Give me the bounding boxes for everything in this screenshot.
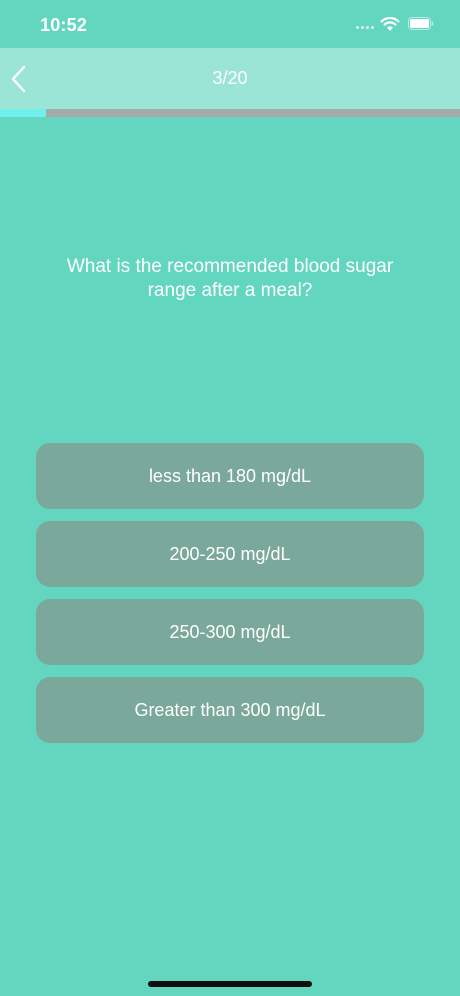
answer-option-2[interactable]: 200-250 mg/dL (36, 521, 424, 587)
cellular-signal-icon (356, 26, 374, 29)
navigation-bar: 3/20 (0, 48, 460, 109)
home-indicator[interactable] (148, 981, 312, 987)
status-time: 10:52 (40, 15, 88, 35)
question-text: What is the recommended blood sugar rang… (66, 256, 394, 301)
wifi-icon (380, 16, 400, 31)
question-counter: 3/20 (212, 68, 248, 88)
answer-option-3[interactable]: 250-300 mg/dL (36, 599, 424, 665)
battery-icon (408, 17, 434, 30)
quiz-progress-bar (0, 109, 460, 117)
status-bar: 10:52 (0, 0, 460, 48)
answer-option-4[interactable]: Greater than 300 mg/dL (36, 677, 424, 743)
answer-option-1[interactable]: less than 180 mg/dL (36, 443, 424, 509)
quiz-progress-fill (0, 109, 46, 117)
answer-list: less than 180 mg/dL 200-250 mg/dL 250-30… (36, 443, 424, 743)
